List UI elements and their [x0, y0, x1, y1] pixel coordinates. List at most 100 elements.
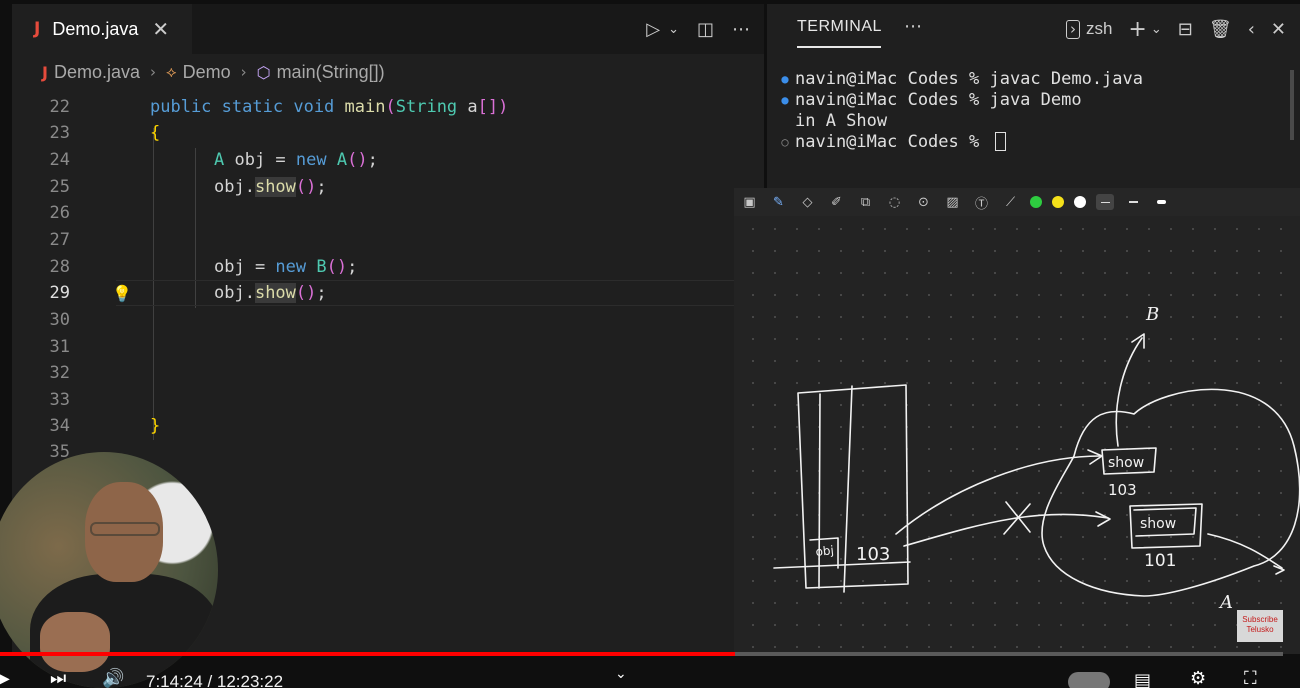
trash-icon[interactable]: 🗑 [1209, 19, 1232, 40]
code-line-23: { [150, 123, 161, 143]
next-icon[interactable]: ⏭ [50, 668, 66, 688]
arrow-to-b [1115, 337, 1143, 447]
terminal-panel: TERMINAL ⋯ › zsh + ⌄ ⊟ 🗑 ‹ ✕ ● navin@iMac… [767, 4, 1300, 188]
line-number: 35 [49, 442, 70, 462]
new-terminal-icon[interactable]: + [1128, 17, 1146, 42]
play-icon[interactable]: ▶ [0, 668, 10, 688]
line-number: 29 [49, 283, 70, 303]
text-icon[interactable]: Ⓣ [972, 193, 991, 212]
terminal-line: ○ navin@iMac Codes % [767, 131, 1300, 152]
highlighter-icon[interactable]: ✐ [827, 193, 846, 212]
close-icon[interactable]: ✕ [1271, 19, 1286, 40]
subscribe-watermark[interactable]: Subscribe Telusko [1237, 610, 1283, 642]
sketch-label-show-2: show [1140, 516, 1176, 532]
chevron-right-icon: › [150, 63, 156, 81]
chevron-down-icon[interactable]: ⌄ [615, 666, 627, 682]
fullscreen-icon[interactable]: ⛶ [1244, 668, 1257, 688]
arrow-to-103 [895, 455, 1101, 535]
sketch-label-a: A [1218, 592, 1233, 613]
close-icon[interactable]: ✕ [152, 17, 169, 41]
hand-drawn-diagram: obj 103 B A show 103 show 101 [773, 304, 1300, 613]
chevron-left-icon[interactable]: ‹ [1248, 19, 1255, 40]
shell-name[interactable]: zsh [1086, 19, 1112, 39]
terminal-output[interactable]: ● navin@iMac Codes % javac Demo.java ● nav… [767, 68, 1300, 152]
line-number: 23 [49, 123, 70, 143]
line-number: 27 [49, 230, 70, 250]
stroke-thin[interactable] [1096, 194, 1114, 210]
line-number: 34 [49, 416, 70, 436]
terminal-header: TERMINAL ⋯ › zsh + ⌄ ⊟ 🗑 ‹ ✕ [767, 4, 1300, 54]
split-editor-icon[interactable]: ◫ [697, 19, 714, 40]
breadcrumb-class[interactable]: Demo [183, 62, 231, 83]
tab-demo-java[interactable]: J Demo.java ✕ [12, 4, 192, 54]
presenter-glasses [90, 522, 160, 536]
line-number: 25 [49, 177, 70, 197]
sketch-label-addr-1: 103 [1108, 481, 1137, 499]
editor-tab-bar: J Demo.java ✕ ▷ ⌄ ◫ ⋯ [12, 4, 764, 54]
sketch-label-ref: 103 [856, 544, 890, 565]
line-number: 33 [49, 390, 70, 410]
settings-icon[interactable]: ⚙ [1190, 668, 1206, 688]
breadcrumb: J Demo.java › ⟡ Demo › ⬡ main(String[]) [12, 54, 764, 90]
chevron-down-icon[interactable]: ⌄ [668, 22, 679, 37]
breadcrumb-method[interactable]: main(String[]) [277, 62, 385, 83]
shapes-icon[interactable]: ⧉ [856, 193, 875, 212]
code-line-34: } [150, 416, 161, 436]
terminal-cursor [995, 132, 1007, 151]
image-icon[interactable]: ▣ [740, 193, 759, 212]
insert-image-icon[interactable]: ▨ [943, 193, 962, 212]
run-icon[interactable]: ▷ [646, 19, 660, 40]
video-progress-fill [0, 652, 736, 656]
chevron-right-icon: › [240, 63, 247, 81]
arrow-to-a [1207, 533, 1283, 569]
class-icon: ⟡ [166, 62, 177, 81]
line-number: 31 [49, 337, 70, 357]
command-success-icon: ● [781, 71, 789, 86]
command-pending-icon: ○ [781, 134, 789, 149]
terminal-scrollbar[interactable] [1290, 70, 1294, 140]
lightbulb-icon[interactable]: 💡 [112, 284, 132, 303]
line-number: 32 [49, 363, 70, 383]
ruler-icon[interactable]: ⟋ [1001, 193, 1020, 212]
editor-actions: ▷ ⌄ ◫ ⋯ [646, 4, 750, 54]
volume-icon[interactable]: 🔊 [102, 668, 124, 688]
lasso-icon[interactable]: ◌ [885, 193, 904, 212]
terminal-shell-icon[interactable]: › [1065, 19, 1080, 39]
line-number: 24 [49, 150, 70, 170]
color-green[interactable] [1030, 196, 1042, 208]
line-number: 28 [49, 257, 70, 277]
chevron-down-icon[interactable]: ⌄ [1151, 22, 1162, 37]
stroke-medium[interactable] [1124, 194, 1142, 210]
color-white[interactable] [1074, 196, 1086, 208]
code-line-22: public static void main(String a[]) [150, 97, 509, 117]
code-line-25: obj.show(); [214, 177, 327, 197]
autoplay-toggle[interactable] [1068, 672, 1110, 688]
video-progress-bar[interactable] [0, 652, 1283, 656]
terminal-line: ● navin@iMac Codes % java Demo [767, 89, 1300, 110]
code-line-24: A obj = new A(); [214, 150, 378, 170]
more-icon[interactable]: ⋯ [904, 16, 922, 37]
terminal-line: in A Show [767, 110, 1300, 131]
pen-icon[interactable]: ✎ [769, 193, 788, 212]
laser-icon[interactable]: ⊙ [914, 193, 933, 212]
line-number: 30 [49, 310, 70, 330]
subtitles-icon[interactable]: ▤ [1134, 670, 1151, 688]
code-line-28: obj = new B(); [214, 257, 358, 277]
whiteboard-panel[interactable]: ▣ ✎ ◇ ✐ ⧉ ◌ ⊙ ▨ Ⓣ ⟋ obj 103 B A show 103… [734, 188, 1300, 654]
arrow-head [1273, 565, 1285, 575]
breadcrumb-file[interactable]: Demo.java [54, 62, 140, 83]
sketch-label-addr-2: 101 [1144, 551, 1176, 571]
more-icon[interactable]: ⋯ [732, 19, 750, 40]
program-output: in A Show [795, 110, 888, 131]
stack-line [818, 393, 821, 589]
method-icon: ⬡ [256, 62, 271, 82]
line-number: 22 [49, 97, 70, 117]
terminal-line: ● navin@iMac Codes % javac Demo.java [767, 68, 1300, 89]
stroke-thick[interactable] [1152, 194, 1170, 210]
eraser-icon[interactable]: ◇ [798, 193, 817, 212]
split-terminal-icon[interactable]: ⊟ [1178, 19, 1193, 40]
command-success-icon: ● [781, 92, 789, 107]
color-yellow[interactable] [1052, 196, 1064, 208]
tab-label: Demo.java [52, 18, 139, 39]
tab-terminal[interactable]: TERMINAL [797, 18, 882, 36]
